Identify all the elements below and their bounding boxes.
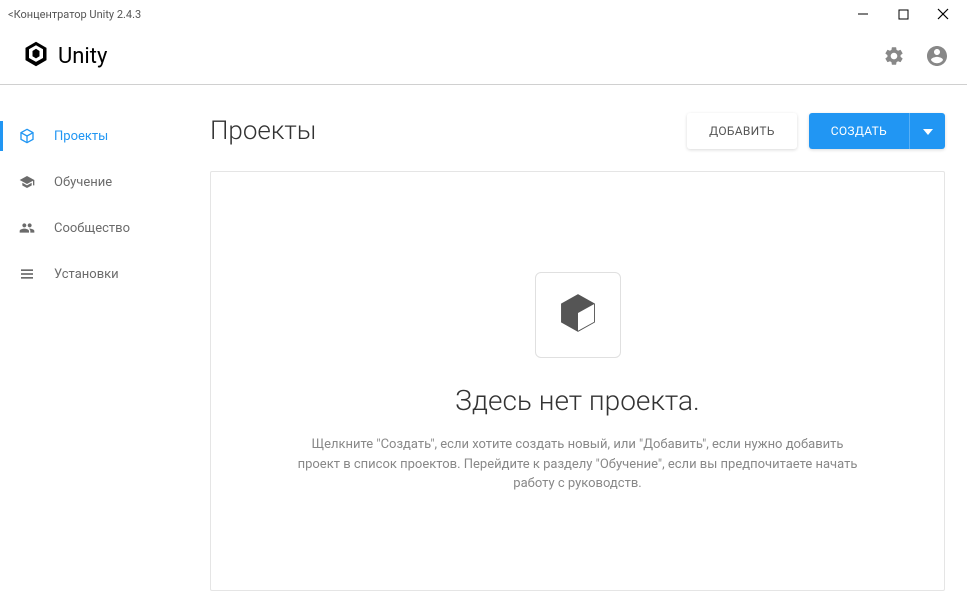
sidebar-item-label: Установки: [54, 267, 119, 282]
add-button[interactable]: ДОБАВИТЬ: [687, 113, 797, 149]
window-controls: [855, 6, 959, 22]
account-button[interactable]: [925, 44, 949, 68]
graduation-icon: [18, 173, 36, 191]
sidebar-item-installs[interactable]: Установки: [0, 251, 200, 297]
titlebar: <Концентратор Unity 2.4.3: [0, 0, 967, 28]
projects-panel: Здесь нет проекта. Щелкните "Создать", е…: [210, 171, 945, 591]
sidebar-item-label: Проекты: [54, 129, 108, 144]
chevron-down-icon: [923, 124, 933, 138]
cube-icon: [18, 127, 36, 145]
empty-state-title: Здесь нет проекта.: [455, 384, 699, 417]
sidebar-item-community[interactable]: Сообщество: [0, 205, 200, 251]
create-button[interactable]: СОЗДАТЬ: [809, 113, 909, 149]
brand: Unity: [22, 40, 107, 72]
app-body: Проекты Обучение Сообщество: [0, 85, 967, 594]
create-button-group: СОЗДАТЬ: [809, 113, 945, 149]
unity-logo-icon: [22, 40, 50, 72]
sidebar-item-projects[interactable]: Проекты: [0, 113, 200, 159]
window-title: <Концентратор Unity 2.4.3: [8, 8, 141, 21]
sidebar-item-label: Обучение: [54, 175, 112, 190]
settings-button[interactable]: [883, 45, 905, 67]
header-actions: [883, 44, 949, 68]
main-header: Проекты ДОБАВИТЬ СОЗДАТЬ: [210, 113, 945, 149]
brand-name: Unity: [58, 44, 107, 69]
main-content: Проекты ДОБАВИТЬ СОЗДАТЬ: [200, 85, 967, 594]
minimize-button[interactable]: [855, 6, 871, 22]
people-icon: [18, 219, 36, 237]
close-button[interactable]: [935, 6, 951, 22]
empty-state-icon-box: [535, 272, 621, 358]
app-header: Unity: [0, 28, 967, 85]
maximize-button[interactable]: [895, 6, 911, 22]
menu-icon: [18, 265, 36, 283]
sidebar-item-label: Сообщество: [54, 221, 130, 236]
empty-state-text: Щелкните "Создать", если хотите создать …: [298, 435, 858, 494]
main-actions: ДОБАВИТЬ СОЗДАТЬ: [687, 113, 945, 149]
sidebar-item-learn[interactable]: Обучение: [0, 159, 200, 205]
cube-large-icon: [556, 291, 600, 339]
sidebar: Проекты Обучение Сообщество: [0, 85, 200, 594]
page-title: Проекты: [210, 116, 316, 146]
create-dropdown-button[interactable]: [909, 113, 945, 149]
